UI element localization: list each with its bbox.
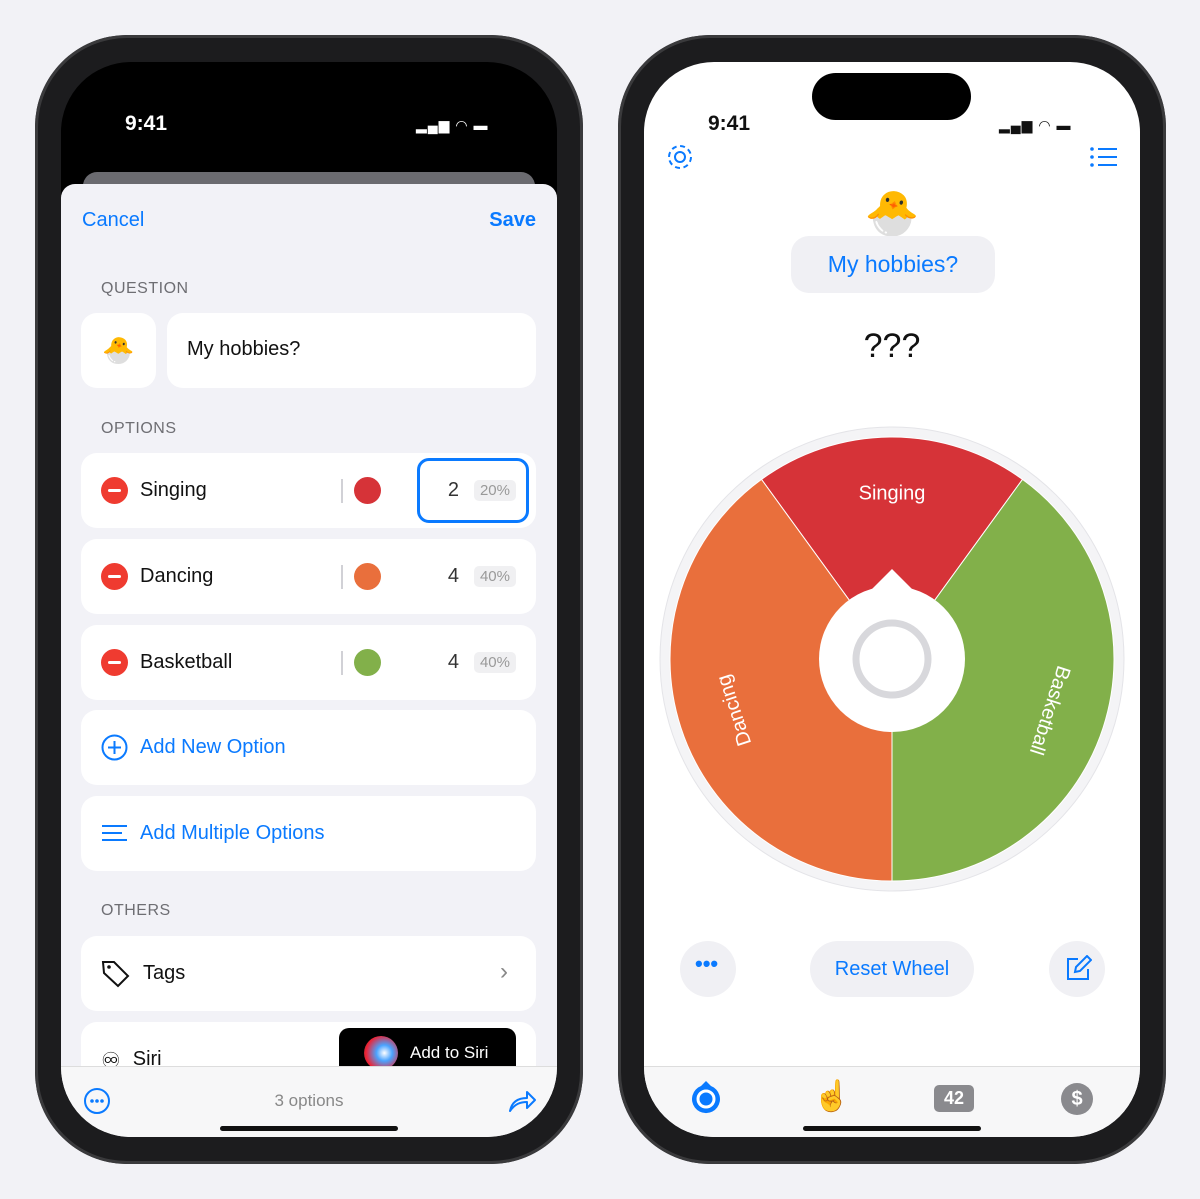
option-color-swatch[interactable] xyxy=(354,649,381,676)
editor-screen: 9:41 ▂▄▆ ◠ ▬ Cancel Save QUESTION 🐣 My h… xyxy=(61,62,557,1137)
tags-row[interactable]: Tags › xyxy=(81,936,536,1011)
status-icons: ▂▄▆ ◠ ▬ xyxy=(416,117,489,133)
option-label[interactable]: Singing xyxy=(140,479,207,502)
remove-option-icon[interactable] xyxy=(101,563,128,590)
wheel-segment-label: Singing xyxy=(859,482,926,504)
remove-option-icon[interactable] xyxy=(101,649,128,676)
edit-sheet: Cancel Save QUESTION 🐣 My hobbies? OPTIO… xyxy=(61,184,557,1137)
option-row: Dancing 4 40% xyxy=(81,539,536,614)
tab-number-icon[interactable]: 42 xyxy=(934,1085,974,1112)
chevron-right-icon: › xyxy=(500,958,508,985)
phone-editor: 9:41 ▂▄▆ ◠ ▬ Cancel Save QUESTION 🐣 My h… xyxy=(35,35,583,1164)
options-header: OPTIONS xyxy=(101,420,177,437)
home-indicator xyxy=(803,1126,981,1131)
question-button[interactable]: My hobbies? xyxy=(791,236,995,293)
option-label[interactable]: Dancing xyxy=(140,565,213,588)
editor-toolbar: 3 options xyxy=(61,1066,557,1137)
question-header: QUESTION xyxy=(101,280,189,297)
option-percent: 20% xyxy=(473,480,516,501)
ellipsis-icon: ••• xyxy=(695,951,719,976)
add-to-siri-label: Add to Siri xyxy=(410,1043,489,1062)
siri-orb-icon xyxy=(364,1036,398,1070)
divider xyxy=(341,651,343,675)
reset-wheel-button[interactable]: Reset Wheel xyxy=(810,941,974,997)
status-time: 9:41 xyxy=(708,112,751,135)
list-lines-icon xyxy=(102,825,127,841)
phone-wheel: 9:41 ▂▄▆ ◠ ▬ 🐣 My hobbies? ??? Singing Ba… xyxy=(618,35,1166,1164)
tab-dollar-icon[interactable]: $ xyxy=(1061,1083,1093,1115)
option-percent: 40% xyxy=(473,566,516,587)
plus-circle-icon xyxy=(101,734,128,761)
option-row: Singing 2 20% xyxy=(81,453,536,528)
edit-button[interactable] xyxy=(1049,941,1105,997)
save-button[interactable]: Save xyxy=(489,209,536,232)
pencil-square-icon xyxy=(1067,955,1092,980)
status-time: 9:41 xyxy=(125,112,168,135)
options-count: 3 options xyxy=(274,1091,344,1110)
add-new-option-label: Add New Option xyxy=(140,736,286,758)
more-button[interactable]: ••• xyxy=(680,941,736,997)
result-text: ??? xyxy=(863,327,921,365)
remove-option-icon[interactable] xyxy=(101,477,128,504)
add-multiple-options-button[interactable]: Add Multiple Options xyxy=(81,796,536,871)
option-weight-input[interactable]: 4 xyxy=(448,651,459,674)
wheel-screen: 9:41 ▂▄▆ ◠ ▬ 🐣 My hobbies? ??? Singing Ba… xyxy=(644,62,1140,1137)
divider xyxy=(341,565,343,589)
cancel-button[interactable]: Cancel xyxy=(82,209,144,232)
divider xyxy=(341,479,343,503)
option-weight-input[interactable]: 4 xyxy=(448,565,459,588)
home-indicator xyxy=(220,1126,398,1131)
option-weight-input[interactable]: 2 xyxy=(448,479,459,502)
option-label[interactable]: Basketball xyxy=(140,651,232,674)
option-color-swatch[interactable] xyxy=(354,477,381,504)
dynamic-island xyxy=(812,73,971,120)
option-row: Basketball 4 40% xyxy=(81,625,536,700)
share-arrow-icon[interactable] xyxy=(507,1087,537,1115)
add-multiple-options-label: Add Multiple Options xyxy=(140,822,325,844)
question-input[interactable]: My hobbies? xyxy=(167,313,536,388)
emoji-picker[interactable]: 🐣 xyxy=(81,313,156,388)
spin-wheel[interactable]: SingingBasketballDancing xyxy=(644,412,1140,912)
gear-icon[interactable] xyxy=(664,141,696,173)
others-header: OTHERS xyxy=(101,902,171,919)
option-percent: 40% xyxy=(473,652,516,673)
tab-bar: ☝ 42 $ xyxy=(644,1066,1140,1137)
tag-icon xyxy=(101,960,130,987)
option-color-swatch[interactable] xyxy=(354,563,381,590)
status-icons: ▂▄▆ ◠ ▬ xyxy=(999,117,1072,133)
spin-button[interactable] xyxy=(819,586,965,732)
tab-wheel-icon[interactable] xyxy=(689,1079,723,1115)
tab-tap-hand-icon[interactable]: ☝ xyxy=(813,1079,850,1114)
question-emoji: 🐣 xyxy=(864,189,920,238)
list-icon[interactable] xyxy=(1090,146,1118,168)
add-new-option-button[interactable]: Add New Option xyxy=(81,710,536,785)
tags-label: Tags xyxy=(143,962,186,984)
